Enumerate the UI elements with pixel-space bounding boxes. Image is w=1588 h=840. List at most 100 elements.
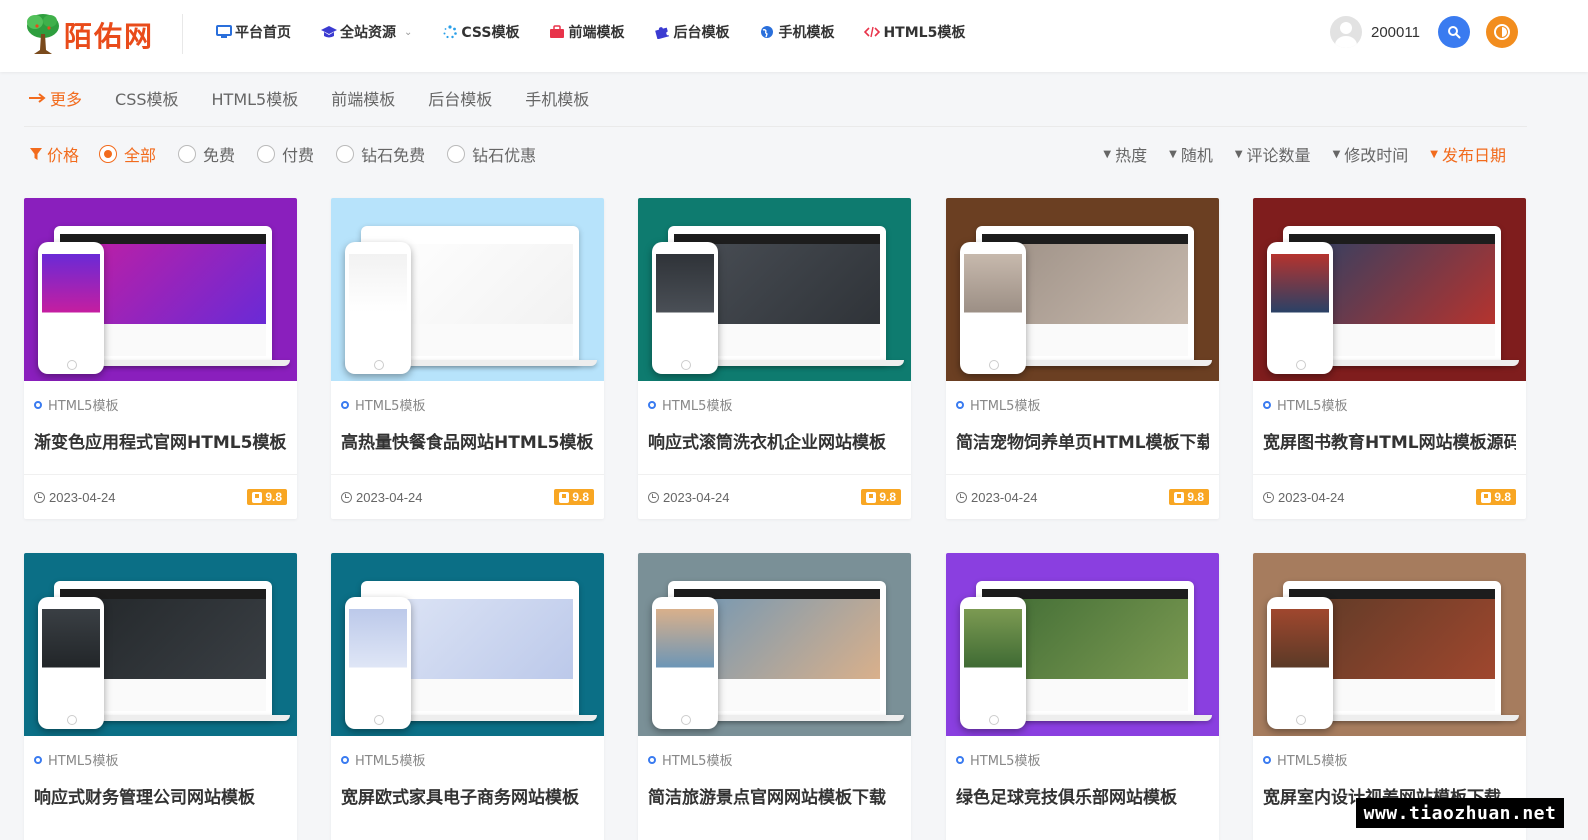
- card-title[interactable]: 绿色足球竞技俱乐部网站模板: [956, 783, 1209, 808]
- card-title[interactable]: 渐变色应用程式官网HTML5模板: [34, 428, 287, 453]
- radio-button[interactable]: [336, 145, 355, 163]
- nav-item-3[interactable]: 前端模板: [549, 22, 624, 42]
- sort-option-2[interactable]: ▼ 评论数量: [1235, 142, 1311, 166]
- more-categories-link[interactable]: 更多: [28, 86, 82, 110]
- template-thumbnail[interactable]: [638, 553, 911, 736]
- card-category[interactable]: HTML5模板: [34, 750, 287, 769]
- card-title[interactable]: 宽屏图书教育HTML网站模板源码: [1263, 428, 1516, 453]
- template-card[interactable]: HTML5模板 宽屏室内设计视差网站模板下载: [1253, 553, 1526, 840]
- category-tab-4[interactable]: 手机模板: [525, 86, 589, 110]
- nav-item-2[interactable]: CSS模板: [442, 22, 519, 42]
- circle-icon: [956, 400, 964, 409]
- template-card[interactable]: HTML5模板 宽屏欧式家具电子商务网站模板: [331, 553, 604, 840]
- circle-icon: [34, 755, 42, 764]
- card-category[interactable]: HTML5模板: [648, 750, 901, 769]
- template-card[interactable]: HTML5模板 简洁宠物饲养单页HTML模板下载 2023-04-24 9.8: [946, 198, 1219, 519]
- price-value: 9.8: [572, 490, 589, 504]
- nav-item-6[interactable]: HTML5模板: [864, 22, 965, 42]
- phone-mockup: [960, 597, 1026, 729]
- card-body: HTML5模板 渐变色应用程式官网HTML5模板: [24, 381, 297, 453]
- avatar[interactable]: [1330, 16, 1362, 48]
- phone-mockup: [38, 597, 104, 729]
- card-title[interactable]: 响应式滚筒洗衣机企业网站模板: [648, 428, 901, 453]
- price-option-3[interactable]: 钻石免费: [336, 142, 425, 166]
- card-category[interactable]: HTML5模板: [956, 395, 1209, 414]
- card-title[interactable]: 高热量快餐食品网站HTML5模板: [341, 428, 594, 453]
- sort-option-4[interactable]: ▼ 发布日期: [1430, 142, 1506, 166]
- card-body: HTML5模板 简洁旅游景点官网网站模板下载: [638, 736, 911, 808]
- phone-mockup: [38, 242, 104, 374]
- site-logo[interactable]: 陌佑网: [24, 10, 154, 56]
- card-category[interactable]: HTML5模板: [341, 395, 594, 414]
- template-card[interactable]: HTML5模板 渐变色应用程式官网HTML5模板 2023-04-24 9.8: [24, 198, 297, 519]
- sort-option-1[interactable]: ▼ 随机: [1169, 142, 1213, 166]
- category-tab-3[interactable]: 后台模板: [428, 86, 492, 110]
- user-menu[interactable]: 200011: [1330, 16, 1420, 48]
- template-card[interactable]: HTML5模板 绿色足球竞技俱乐部网站模板: [946, 553, 1219, 840]
- clock-icon: [341, 491, 352, 503]
- phone-mockup: [960, 242, 1026, 374]
- search-button[interactable]: [1438, 16, 1470, 48]
- card-category[interactable]: HTML5模板: [341, 750, 594, 769]
- template-card[interactable]: HTML5模板 高热量快餐食品网站HTML5模板 2023-04-24 9.8: [331, 198, 604, 519]
- phone-screen: [656, 254, 714, 360]
- sort-option-0[interactable]: ▼ 热度: [1103, 142, 1147, 166]
- watermark: www.tiaozhuan.net: [1356, 798, 1564, 828]
- price-option-1[interactable]: 免费: [178, 142, 235, 166]
- template-thumbnail[interactable]: [24, 198, 297, 381]
- template-thumbnail[interactable]: [946, 553, 1219, 736]
- price-badge: 9.8: [861, 489, 901, 505]
- template-thumbnail[interactable]: [638, 198, 911, 381]
- category-tab-2[interactable]: 前端模板: [331, 86, 395, 110]
- phone-screen: [1271, 254, 1329, 360]
- category-tab-0[interactable]: CSS模板: [115, 86, 179, 110]
- template-thumbnail[interactable]: [24, 553, 297, 736]
- nav-item-5[interactable]: 手机模板: [759, 22, 834, 42]
- username[interactable]: 200011: [1371, 24, 1420, 41]
- card-date: 2023-04-24: [956, 490, 1038, 505]
- price-option-4[interactable]: 钻石优惠: [447, 142, 536, 166]
- nav-item-4[interactable]: 后台模板: [654, 22, 729, 42]
- sort-option-3[interactable]: ▼ 修改时间: [1333, 142, 1409, 166]
- card-title[interactable]: 简洁宠物饲养单页HTML模板下载: [956, 428, 1209, 453]
- card-title[interactable]: 宽屏欧式家具电子商务网站模板: [341, 783, 594, 808]
- category-tab-1[interactable]: HTML5模板: [212, 86, 299, 110]
- card-category[interactable]: HTML5模板: [1263, 750, 1516, 769]
- phone-screen: [349, 609, 407, 715]
- card-title[interactable]: 响应式财务管理公司网站模板: [34, 783, 287, 808]
- template-thumbnail[interactable]: [331, 198, 604, 381]
- card-date-text: 2023-04-24: [663, 489, 730, 505]
- card-date-text: 2023-04-24: [1278, 489, 1345, 505]
- nav-item-1[interactable]: 全站资源 ⌄: [321, 22, 412, 42]
- template-card[interactable]: HTML5模板 响应式滚筒洗衣机企业网站模板 2023-04-24 9.8: [638, 198, 911, 519]
- template-thumbnail[interactable]: [946, 198, 1219, 381]
- template-thumbnail[interactable]: [1253, 198, 1526, 381]
- nav-item-0[interactable]: 平台首页: [216, 22, 291, 42]
- theme-toggle-button[interactable]: [1486, 16, 1518, 48]
- radio-button[interactable]: [99, 145, 118, 163]
- template-card[interactable]: HTML5模板 简洁旅游景点官网网站模板下载: [638, 553, 911, 840]
- radio-button[interactable]: [257, 145, 276, 163]
- card-body: HTML5模板 响应式财务管理公司网站模板: [24, 736, 297, 808]
- card-footer: 2023-04-24 9.8: [1253, 474, 1526, 519]
- phone-screen: [656, 609, 714, 715]
- card-body: HTML5模板 宽屏图书教育HTML网站模板源码: [1253, 381, 1526, 453]
- template-card[interactable]: HTML5模板 响应式财务管理公司网站模板: [24, 553, 297, 840]
- price-option-0[interactable]: 全部: [99, 142, 156, 166]
- card-category[interactable]: HTML5模板: [1263, 395, 1516, 414]
- card-category[interactable]: HTML5模板: [34, 395, 287, 414]
- card-category[interactable]: HTML5模板: [648, 395, 901, 414]
- price-option-label: 付费: [282, 146, 315, 165]
- phone-screen: [964, 609, 1022, 715]
- card-title[interactable]: 简洁旅游景点官网网站模板下载: [648, 783, 901, 808]
- price-option-2[interactable]: 付费: [257, 142, 314, 166]
- main-nav: 平台首页 全站资源 ⌄ CSS模板 前端模板 后台模板 手机模板 HTML5模板: [216, 0, 995, 64]
- template-thumbnail[interactable]: [331, 553, 604, 736]
- radio-button[interactable]: [447, 145, 466, 163]
- card-category[interactable]: HTML5模板: [956, 750, 1209, 769]
- radio-button[interactable]: [178, 145, 197, 163]
- price-badge: 9.8: [554, 489, 594, 505]
- template-thumbnail[interactable]: [1253, 553, 1526, 736]
- template-card[interactable]: HTML5模板 宽屏图书教育HTML网站模板源码 2023-04-24 9.8: [1253, 198, 1526, 519]
- spinner-icon: [442, 25, 458, 39]
